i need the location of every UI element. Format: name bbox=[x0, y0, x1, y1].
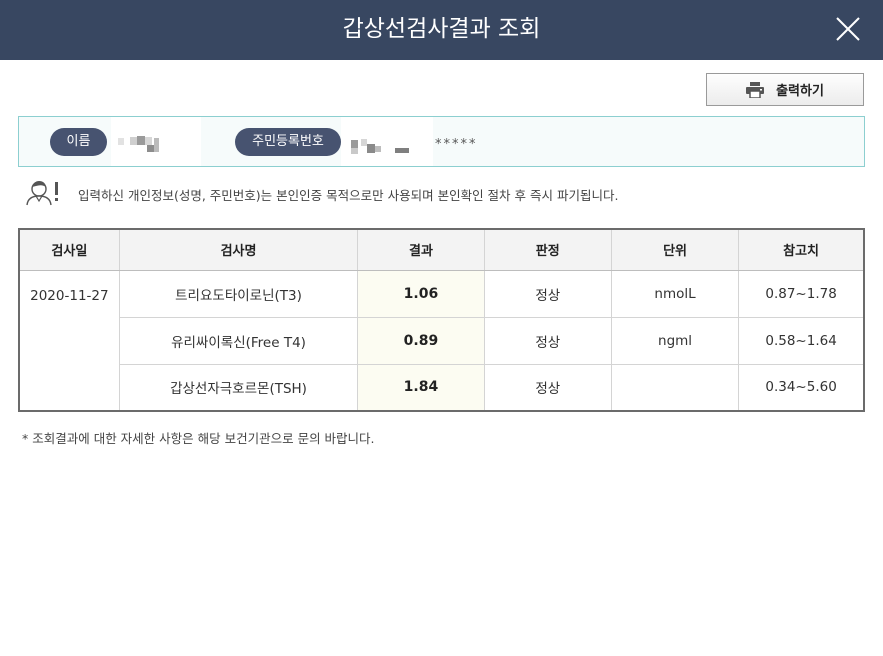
test-unit: nmolL bbox=[611, 270, 740, 318]
print-button-label: 출력하기 bbox=[776, 84, 824, 99]
print-button[interactable]: 출력하기 bbox=[706, 73, 864, 106]
printer-icon bbox=[746, 81, 765, 98]
header-reference: 참고치 bbox=[738, 229, 864, 271]
name-value-masked bbox=[111, 117, 201, 166]
rrn-label: 주민등록번호 bbox=[235, 128, 341, 156]
close-icon[interactable] bbox=[835, 16, 861, 42]
dialog-title: 갑상선검사결과 조회 bbox=[342, 16, 541, 42]
test-unit: ngml bbox=[611, 317, 740, 365]
test-reference: 0.87~1.78 bbox=[738, 270, 864, 318]
test-date: 2020-11-27 bbox=[19, 270, 120, 412]
rrn-value-masked bbox=[341, 117, 433, 166]
footnote: * 조회결과에 대한 자세한 사항은 해당 보건기관으로 문의 바랍니다. bbox=[22, 431, 375, 446]
test-name: 트리요도타이로닌(T3) bbox=[119, 270, 359, 318]
test-judgement: 정상 bbox=[484, 270, 612, 318]
table-row: 2020-11-27 트리요도타이로닌(T3) 1.06 정상 nmolL 0.… bbox=[19, 270, 864, 412]
header-unit: 단위 bbox=[611, 229, 740, 271]
header-test-name: 검사명 bbox=[119, 229, 359, 271]
test-judgement: 정상 bbox=[484, 317, 612, 365]
test-result: 1.84 bbox=[357, 364, 485, 412]
personal-info-box: 이름 주민등록번호 ***** bbox=[18, 116, 865, 167]
result-table: 검사일 검사명 결과 판정 단위 참고치 2020-11-27 트리요도타이로닌… bbox=[18, 228, 865, 412]
privacy-notice-text: 입력하신 개인정보(성명, 주민번호)는 본인인증 목적으로만 사용되며 본인확… bbox=[78, 187, 619, 203]
header-date: 검사일 bbox=[19, 229, 120, 271]
test-reference: 0.34~5.60 bbox=[738, 364, 864, 412]
test-result: 1.06 bbox=[357, 270, 485, 318]
person-alert-icon bbox=[26, 178, 60, 210]
test-unit bbox=[611, 364, 740, 412]
rrn-masked-tail: ***** bbox=[435, 137, 478, 152]
test-result: 0.89 bbox=[357, 317, 485, 365]
table-row: 갑상선자극호르몬(TSH) 1.84 정상 0.34~5.60 bbox=[19, 364, 864, 412]
name-label: 이름 bbox=[50, 128, 107, 156]
test-judgement: 정상 bbox=[484, 364, 612, 412]
test-name: 유리싸이록신(Free T4) bbox=[119, 317, 359, 365]
table-header-row: 검사일 검사명 결과 판정 단위 참고치 bbox=[19, 229, 864, 271]
header-judgement: 판정 bbox=[484, 229, 612, 271]
header-result: 결과 bbox=[357, 229, 485, 271]
test-name: 갑상선자극호르몬(TSH) bbox=[119, 364, 359, 412]
test-reference: 0.58~1.64 bbox=[738, 317, 864, 365]
dialog-titlebar: 갑상선검사결과 조회 bbox=[0, 0, 883, 60]
table-row: 유리싸이록신(Free T4) 0.89 정상 ngml 0.58~1.64 bbox=[19, 317, 864, 365]
privacy-notice: 입력하신 개인정보(성명, 주민번호)는 본인인증 목적으로만 사용되며 본인확… bbox=[26, 180, 618, 208]
